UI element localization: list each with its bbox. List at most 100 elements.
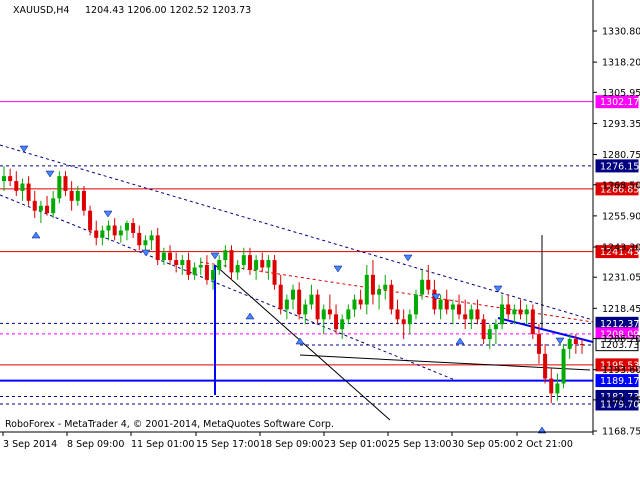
candle-body bbox=[137, 232, 142, 246]
candle-body bbox=[63, 176, 68, 191]
candle-body bbox=[51, 198, 56, 214]
candle-body bbox=[14, 181, 19, 191]
candle-body bbox=[358, 299, 363, 305]
candle-body bbox=[32, 200, 37, 211]
candle-body bbox=[278, 284, 283, 310]
x-tick-label: 2 Oct 21:00 bbox=[517, 439, 573, 450]
candle-body bbox=[370, 274, 375, 295]
candle-body bbox=[143, 240, 148, 246]
price-tag-label: 1276.15 bbox=[600, 161, 639, 172]
candle-body bbox=[383, 284, 388, 290]
candle-body bbox=[327, 309, 332, 315]
x-tick-label: 8 Sep 09:00 bbox=[67, 439, 124, 450]
candle-body bbox=[309, 294, 314, 305]
candle-body bbox=[69, 190, 74, 201]
y-tick-label: 1181.35 bbox=[602, 395, 640, 406]
candle-body bbox=[106, 225, 111, 231]
candle-body bbox=[512, 309, 517, 315]
candle-body bbox=[401, 319, 406, 325]
candle-body bbox=[500, 304, 505, 325]
y-tick-label: 1305.95 bbox=[602, 88, 640, 99]
candle-body bbox=[168, 252, 173, 261]
candle-body bbox=[389, 284, 394, 310]
y-tick-label: 1268.50 bbox=[602, 180, 640, 191]
candle-body bbox=[481, 319, 486, 340]
x-tick-label: 15 Sep 17:00 bbox=[196, 439, 259, 450]
candle-body bbox=[131, 223, 136, 233]
y-tick-label: 1218.45 bbox=[602, 304, 640, 315]
candle-body bbox=[100, 230, 105, 238]
candle-body bbox=[8, 176, 13, 182]
candle-body bbox=[94, 230, 99, 238]
candle-body bbox=[426, 279, 431, 290]
candle-body bbox=[57, 176, 62, 199]
candle-body bbox=[247, 255, 252, 270]
candle-body bbox=[75, 190, 80, 201]
candle-body bbox=[26, 183, 31, 201]
x-tick-label: 3 Sep 2014 bbox=[3, 439, 57, 450]
candle-body bbox=[463, 314, 468, 320]
candle-body bbox=[487, 329, 492, 340]
candle-body bbox=[444, 299, 449, 310]
y-tick-label: 1330.80 bbox=[602, 27, 640, 38]
candle-body bbox=[543, 353, 548, 379]
symbol-header: XAUUSD,H4 bbox=[13, 5, 69, 16]
x-tick-label: 30 Sep 05:00 bbox=[452, 439, 515, 450]
candle-body bbox=[254, 260, 259, 270]
candle-body bbox=[549, 378, 554, 394]
candle-body bbox=[580, 343, 584, 345]
candle-body bbox=[475, 309, 480, 320]
candle-body bbox=[573, 339, 578, 344]
candle-body bbox=[192, 267, 197, 275]
candle-body bbox=[124, 223, 129, 231]
candle-body bbox=[155, 235, 160, 261]
y-tick-label: 1280.75 bbox=[602, 150, 640, 161]
candle-body bbox=[561, 348, 566, 384]
candle-body bbox=[315, 294, 320, 320]
candle-body bbox=[272, 260, 277, 285]
candle-body bbox=[186, 260, 191, 275]
candle-body bbox=[149, 235, 154, 241]
candle-body bbox=[420, 279, 425, 295]
candle-body bbox=[20, 183, 25, 191]
candle-body bbox=[297, 289, 302, 315]
candle-body bbox=[530, 309, 535, 335]
candle-body bbox=[352, 299, 357, 310]
candle-body bbox=[334, 314, 339, 330]
candle-body bbox=[518, 309, 523, 315]
candle-body bbox=[346, 309, 351, 320]
x-tick-label: 23 Sep 01:00 bbox=[324, 439, 387, 450]
candle-body bbox=[506, 304, 511, 315]
candle-body bbox=[241, 255, 246, 266]
candle-body bbox=[217, 260, 222, 270]
candle-body bbox=[223, 250, 228, 261]
copyright-text: RoboForex - MetaTrader 4, © 2001-2014, M… bbox=[5, 419, 334, 430]
price-chart[interactable]: 1302.171276.151266.851241.431212.371208.… bbox=[0, 0, 640, 480]
candle-body bbox=[2, 176, 6, 182]
candle-body bbox=[407, 314, 412, 325]
candle-body bbox=[204, 265, 209, 280]
y-tick-label: 1243.30 bbox=[602, 242, 640, 253]
candle-body bbox=[438, 299, 443, 310]
candle-body bbox=[229, 250, 234, 273]
candle-body bbox=[536, 334, 541, 354]
candle-body bbox=[88, 210, 93, 231]
candle-body bbox=[291, 289, 295, 300]
candle-body bbox=[260, 260, 265, 268]
candle-body bbox=[395, 309, 400, 320]
candle-body bbox=[340, 319, 345, 330]
x-tick-label: 25 Sep 13:00 bbox=[388, 439, 451, 450]
candle-body bbox=[284, 299, 289, 310]
candle-body bbox=[174, 260, 179, 266]
candle-body bbox=[469, 309, 474, 320]
candle-body bbox=[38, 205, 43, 211]
candle-body bbox=[377, 289, 382, 295]
candle-body bbox=[198, 265, 203, 268]
candle-body bbox=[555, 383, 560, 394]
y-tick-label: 1206.20 bbox=[602, 334, 640, 345]
chart-area[interactable]: 1302.17 1276.15 1266.85 1241.43 1212.37 1208.… bbox=[0, 0, 640, 480]
y-tick-label: 1168.75 bbox=[602, 427, 640, 438]
candle-body bbox=[321, 309, 326, 320]
candle-body bbox=[112, 225, 117, 236]
candle-body bbox=[303, 304, 308, 315]
